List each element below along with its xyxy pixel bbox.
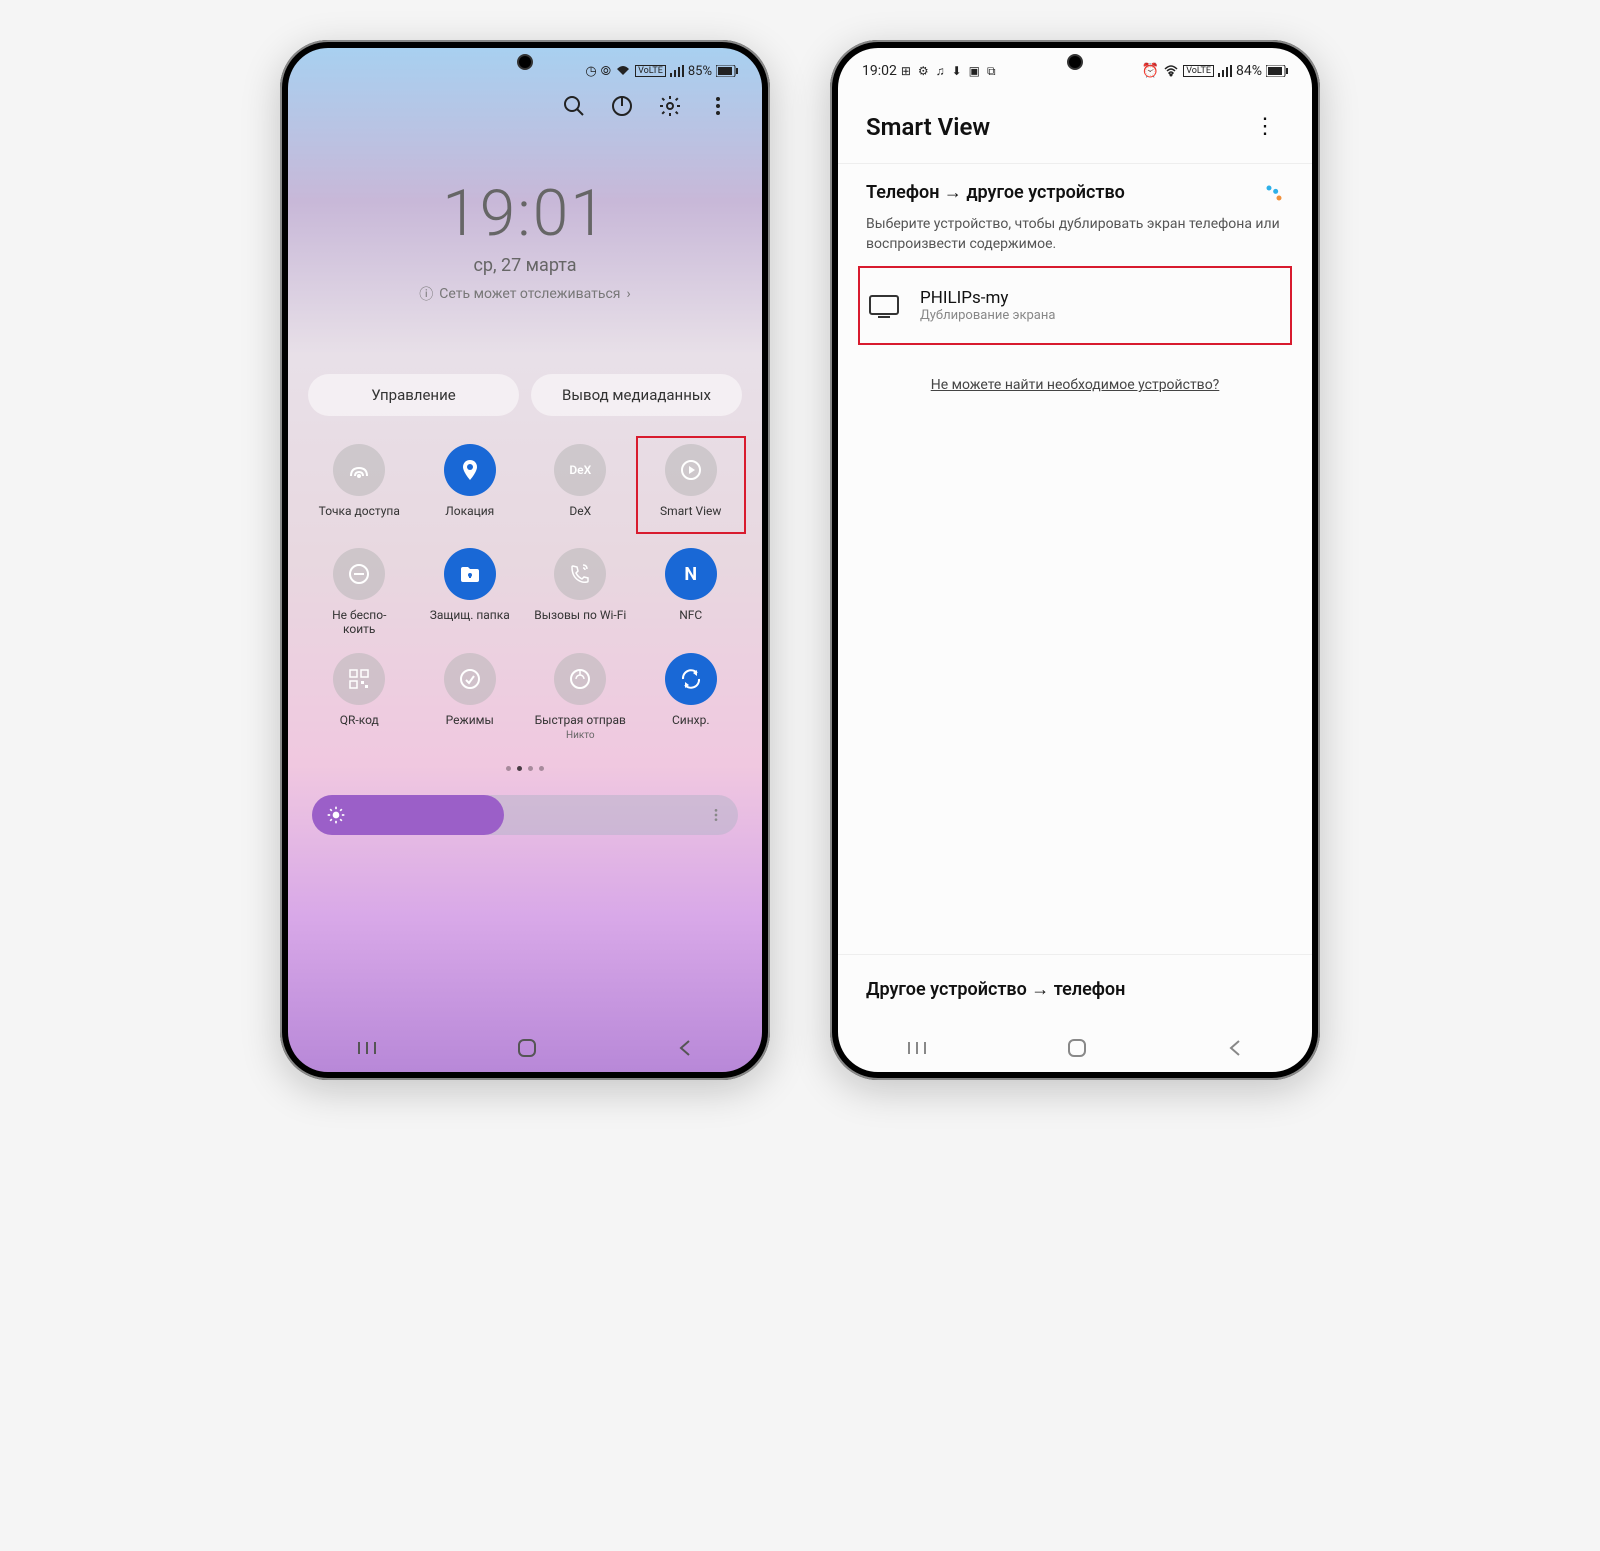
tile-label: Локация (445, 504, 494, 532)
nav-back[interactable] (653, 1030, 717, 1066)
tile-location[interactable]: Локация (419, 444, 522, 532)
info-icon: ⓘ (419, 284, 433, 304)
more-icon[interactable]: ⋮ (1246, 110, 1284, 143)
tile-label: NFC (679, 608, 702, 636)
modes-icon (444, 653, 496, 705)
dnd-icon (333, 548, 385, 600)
status-app-icons: ⊞ ⚙ ♫ ⬇ ▣ ⧉ (901, 64, 998, 79)
tile-label: Режимы (446, 713, 494, 741)
status-time: 19:02 (862, 63, 897, 79)
tile-smart-view[interactable]: Smart View (640, 444, 743, 532)
page-indicator (288, 758, 762, 779)
smart-view-icon (665, 444, 717, 496)
wifi-icon (1163, 65, 1179, 77)
tile-nfc[interactable]: N NFC (640, 548, 743, 637)
power-icon[interactable] (610, 94, 634, 118)
qr-icon (333, 653, 385, 705)
gear-icon[interactable] (658, 94, 682, 118)
tab-control[interactable]: Управление (308, 374, 519, 416)
more-icon[interactable] (706, 94, 730, 118)
cast-status-icon: ⦾ (601, 64, 611, 79)
sun-icon (326, 805, 346, 825)
network-monitored-notice[interactable]: ⓘ Сеть может отслеживаться › (419, 284, 630, 304)
chevron-right-icon: › (626, 286, 630, 302)
tabs-row: Управление Вывод медиаданных (288, 324, 762, 428)
section-title: Телефон → другое устройство (866, 182, 1125, 203)
section-title: Другое устройство → телефон (866, 979, 1125, 1000)
tile-hotspot[interactable]: Точка доступа (308, 444, 411, 532)
tile-label: Не беспо- коить (332, 608, 386, 637)
sync-icon (665, 653, 717, 705)
help-link[interactable]: Не можете найти необходимое устройство? (866, 353, 1284, 417)
tile-label: QR-код (340, 713, 379, 741)
phone-mockup-left: ◷ ⦾ VoLTE 85% 19:01 ср, 27 марта ⓘ Сеть … (280, 40, 770, 1080)
network-notice-text: Сеть может отслеживаться (439, 286, 620, 302)
search-icon[interactable] (562, 94, 586, 118)
section-phone-to-device: Телефон → другое устройство Выберите уст… (838, 163, 1312, 435)
nav-back[interactable] (1203, 1030, 1267, 1066)
quick-share-icon (554, 653, 606, 705)
tab-media-output[interactable]: Вывод медиаданных (531, 374, 742, 416)
wifi-calling-icon (554, 548, 606, 600)
tile-label: Быстрая отправНикто (535, 713, 626, 742)
tile-label: Защищ. папка (430, 608, 510, 636)
section-description: Выберите устройство, чтобы дублировать э… (866, 215, 1284, 254)
nav-recents[interactable] (883, 1032, 951, 1064)
tile-label: DeX (569, 504, 591, 532)
signal-icon (670, 65, 684, 77)
brightness-slider[interactable] (312, 795, 738, 835)
hotspot-icon (333, 444, 385, 496)
tile-qr[interactable]: QR-код (308, 653, 411, 742)
camera-notch (1067, 54, 1083, 70)
tile-label: Smart View (660, 504, 721, 532)
device-item-philips[interactable]: PHILIPs-my Дублирование экрана (858, 266, 1292, 345)
quick-toolbar (288, 86, 762, 126)
tile-label: Синхр. (672, 713, 710, 741)
speedometer-icon: ◷ (585, 64, 596, 79)
tile-sync[interactable]: Синхр. (640, 653, 743, 742)
dex-icon: DeX (554, 444, 606, 496)
battery-icon (716, 65, 738, 77)
tile-label: Точка доступа (319, 504, 400, 532)
tile-modes[interactable]: Режимы (419, 653, 522, 742)
battery-percent: 85% (688, 64, 712, 79)
tile-quick-share[interactable]: Быстрая отправНикто (529, 653, 632, 742)
smart-view-header: Smart View ⋮ (838, 86, 1312, 163)
nav-home[interactable] (492, 1029, 562, 1067)
phone-mockup-right: 19:02 ⊞ ⚙ ♫ ⬇ ▣ ⧉ ⏰ VoLTE 84% Smart View… (830, 40, 1320, 1080)
clock-time: 19:01 (288, 176, 762, 251)
section-device-to-phone[interactable]: Другое устройство → телефон (838, 954, 1312, 1024)
battery-icon (1266, 65, 1288, 77)
page-title: Smart View (866, 113, 990, 141)
nfc-icon: N (665, 548, 717, 600)
more-vertical-icon[interactable] (708, 807, 724, 823)
tv-icon (868, 294, 900, 318)
tile-dex[interactable]: DeX DeX (529, 444, 632, 532)
wifi-icon (615, 65, 631, 77)
alarm-icon: ⏰ (1142, 63, 1159, 79)
camera-notch (517, 54, 533, 70)
tile-label: Вызовы по Wi-Fi (534, 608, 626, 636)
smart-view-screen: 19:02 ⊞ ⚙ ♫ ⬇ ▣ ⧉ ⏰ VoLTE 84% Smart View… (838, 48, 1312, 1072)
secure-folder-icon (444, 548, 496, 600)
tile-secure-folder[interactable]: Защищ. папка (419, 548, 522, 637)
nav-home[interactable] (1042, 1029, 1112, 1067)
volte-icon: VoLTE (635, 65, 666, 77)
clock-area: 19:01 ср, 27 марта ⓘ Сеть может отслежив… (288, 126, 762, 324)
nav-recents[interactable] (333, 1032, 401, 1064)
cast-animated-icon (1264, 183, 1284, 203)
location-icon (444, 444, 496, 496)
clock-date: ср, 27 марта (288, 255, 762, 276)
signal-icon (1218, 65, 1232, 77)
nav-bar (288, 1024, 762, 1072)
device-name: PHILIPs-my (920, 288, 1055, 308)
tile-dnd[interactable]: Не беспо- коить (308, 548, 411, 637)
nav-bar (838, 1024, 1312, 1072)
quick-settings-panel: ◷ ⦾ VoLTE 85% 19:01 ср, 27 марта ⓘ Сеть … (288, 48, 762, 1072)
battery-percent: 84% (1236, 63, 1262, 79)
volte-icon: VoLTE (1183, 65, 1214, 77)
tile-wifi-calling[interactable]: Вызовы по Wi-Fi (529, 548, 632, 637)
quick-tiles-grid: Точка доступа Локация DeX DeX Smart View… (288, 428, 762, 758)
device-subtitle: Дублирование экрана (920, 308, 1055, 323)
